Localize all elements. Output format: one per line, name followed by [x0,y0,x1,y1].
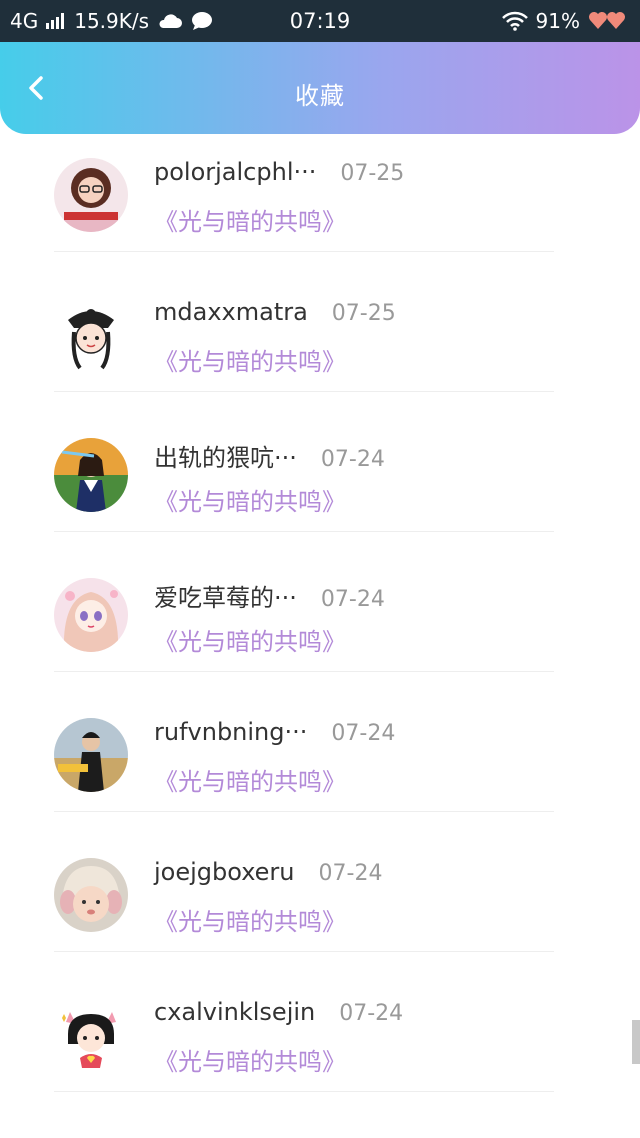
header-bar: 收藏 [0,42,640,134]
favorite-item[interactable]: 爱吃草莓的··· 07-24 《光与暗的共鸣》 [0,568,640,708]
status-bar: 4G 15.9K/s 07:19 91% [0,0,640,42]
favorite-item[interactable]: cxalvinklsejin 07-24 《光与暗的共鸣》 [0,988,640,1128]
name-row: mdaxxmatra 07-25 [154,298,396,326]
divider [54,251,554,252]
date: 07-25 [331,301,396,326]
name-row: polorjalcphl··· 07-25 [154,158,404,186]
username[interactable]: joejgboxeru [154,858,295,886]
divider [54,531,554,532]
avatar[interactable] [54,998,128,1072]
book-title[interactable]: 《光与暗的共鸣》 [154,1042,346,1077]
divider [54,951,554,952]
wifi-icon [501,11,528,31]
divider [54,671,554,672]
divider [54,391,554,392]
page-title: 收藏 [295,82,345,110]
battery-level: 91% [535,9,580,33]
favorite-item[interactable]: polorjalcphl··· 07-25 《光与暗的共鸣》 [0,148,640,288]
avatar[interactable] [54,298,128,372]
username[interactable]: cxalvinklsejin [154,998,315,1026]
avatar[interactable] [54,158,128,232]
favorites-list: polorjalcphl··· 07-25 《光与暗的共鸣》 mdaxxmatr… [0,148,640,1128]
favorite-item[interactable]: rufvnbning··· 07-24 《光与暗的共鸣》 [0,708,640,848]
name-row: rufvnbning··· 07-24 [154,718,395,746]
username[interactable]: 出轨的猥吭··· [154,438,297,473]
avatar[interactable] [54,578,128,652]
username[interactable]: 爱吃草莓的··· [154,578,297,613]
avatar[interactable] [54,438,128,512]
book-title[interactable]: 《光与暗的共鸣》 [154,202,346,237]
date: 07-24 [339,1001,404,1026]
book-title[interactable]: 《光与暗的共鸣》 [154,902,346,937]
name-row: 爱吃草莓的··· 07-24 [154,578,385,613]
username[interactable]: mdaxxmatra [154,298,308,326]
username[interactable]: rufvnbning··· [154,718,307,746]
divider [54,811,554,812]
username[interactable]: polorjalcphl··· [154,158,316,186]
date: 07-25 [340,161,405,186]
name-row: 出轨的猥吭··· 07-24 [154,438,385,473]
favorite-item[interactable]: joejgboxeru 07-24 《光与暗的共鸣》 [0,848,640,988]
date: 07-24 [331,721,396,746]
book-title[interactable]: 《光与暗的共鸣》 [154,762,346,797]
favorite-item[interactable]: 出轨的猥吭··· 07-24 《光与暗的共鸣》 [0,428,640,568]
date: 07-24 [320,447,385,472]
book-title[interactable]: 《光与暗的共鸣》 [154,482,346,517]
divider [54,1091,554,1092]
heart-icon [589,12,625,29]
name-row: cxalvinklsejin 07-24 [154,998,403,1026]
avatar[interactable] [54,858,128,932]
date: 07-24 [318,861,383,886]
status-right: 91% [501,9,628,33]
book-title[interactable]: 《光与暗的共鸣》 [154,622,346,657]
name-row: joejgboxeru 07-24 [154,858,382,886]
book-title[interactable]: 《光与暗的共鸣》 [154,342,346,377]
favorite-item[interactable]: mdaxxmatra 07-25 《光与暗的共鸣》 [0,288,640,428]
date: 07-24 [320,587,385,612]
avatar[interactable] [54,718,128,792]
scrollbar-thumb[interactable] [632,1020,640,1064]
